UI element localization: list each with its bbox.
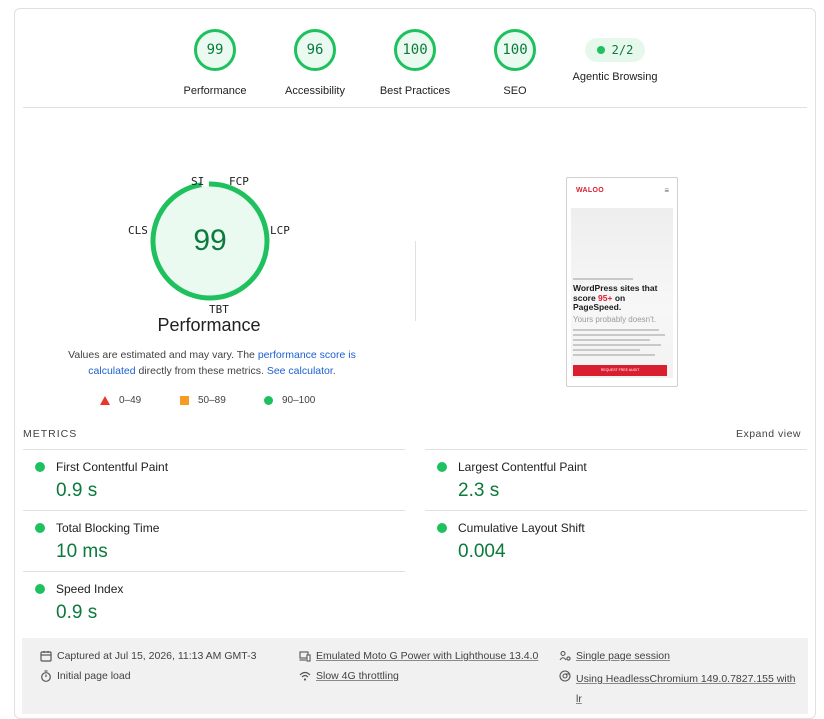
- legend-pass: 90–100: [264, 395, 315, 406]
- expand-view-toggle[interactable]: Expand view: [736, 428, 801, 440]
- performance-title: Performance: [157, 315, 261, 335]
- gauge-score: 96: [294, 29, 336, 71]
- metric-value: 0.9 s: [56, 602, 98, 623]
- performance-score: 99: [193, 224, 227, 257]
- pass-dot-icon: [437, 462, 447, 472]
- captured-text: Captured at Jul 15, 2026, 11:13 AM GMT-3: [57, 650, 257, 662]
- metrics-header: METRICS Expand view: [23, 428, 807, 444]
- browser-text: Using HeadlessChromium 149.0.7827.155 wi…: [576, 673, 796, 705]
- pass-dot-icon: [35, 523, 45, 533]
- headline-highlight: 95+: [598, 292, 613, 303]
- metric-value: 0.9 s: [56, 480, 98, 501]
- browser-info[interactable]: Using HeadlessChromium 149.0.7827.155 wi…: [559, 669, 799, 709]
- triangle-icon: [100, 396, 110, 405]
- gauge-label-si: SI: [191, 175, 205, 188]
- score-description: Values are estimated and may vary. The p…: [57, 347, 367, 379]
- metric-value: 0.004: [458, 541, 506, 562]
- metric-value: 2.3 s: [458, 480, 500, 501]
- square-icon: [180, 396, 189, 405]
- metric-fcp: First Contentful Paint 0.9 s: [23, 449, 405, 510]
- captured-info: Captured at Jul 15, 2026, 11:13 AM GMT-3: [40, 649, 256, 663]
- gauge-score: 2/2: [611, 43, 634, 57]
- gauge-label-fcp: FCP: [229, 175, 249, 188]
- wifi-icon: [299, 671, 311, 681]
- hero-subtitle: Yours probably doesn't.: [573, 315, 657, 324]
- chrome-icon: [559, 670, 571, 682]
- hero-headline: WordPress sites that score 95+ on PageSp…: [573, 283, 673, 313]
- device-info[interactable]: Emulated Moto G Power with Lighthouse 13…: [299, 649, 538, 663]
- desc-text: Values are estimated and may vary. The: [68, 349, 258, 361]
- timer-icon: [41, 670, 51, 682]
- gauge-agentic-browsing[interactable]: 2/2 Agentic Browsing: [555, 29, 675, 83]
- category-gauges: 99 Performance 96 Accessibility 100 Best…: [15, 9, 815, 109]
- gauge-label-lcp: LCP: [270, 224, 290, 237]
- pass-dot-icon: [35, 462, 45, 472]
- legend-fail: 0–49: [100, 395, 141, 406]
- metric-name: First Contentful Paint: [56, 460, 169, 474]
- hamburger-icon: ≡: [664, 186, 669, 195]
- metric-value: 10 ms: [56, 541, 108, 562]
- legend-label: 50–89: [198, 395, 226, 406]
- hero-eyebrow: [573, 278, 633, 280]
- metric-name: Speed Index: [56, 582, 124, 596]
- session-text: Single page session: [576, 650, 670, 662]
- throttling-info[interactable]: Slow 4G throttling: [299, 669, 399, 683]
- gauge-score: 100: [394, 29, 436, 71]
- legend-label: 0–49: [119, 395, 142, 406]
- hero-body: [573, 329, 669, 359]
- gauge-score: 100: [494, 29, 536, 71]
- circle-icon: [264, 396, 273, 405]
- cta-button: REQUEST FREE AUDIT: [573, 365, 667, 376]
- throttling-text: Slow 4G throttling: [316, 670, 399, 682]
- metric-lcp: Largest Contentful Paint 2.3 s: [425, 449, 807, 510]
- person-session-icon: [559, 650, 571, 661]
- pass-dot-icon: [596, 46, 605, 54]
- devices-icon: [299, 651, 311, 662]
- metric-name: Largest Contentful Paint: [458, 460, 587, 474]
- load-type-info: Initial page load: [40, 669, 131, 683]
- metric-cls: Cumulative Layout Shift 0.004: [425, 510, 807, 571]
- calendar-icon: [40, 651, 52, 662]
- pass-dot-icon: [437, 523, 447, 533]
- calculator-link[interactable]: See calculator: [267, 365, 333, 377]
- final-screenshot[interactable]: WALOO ≡ WordPress sites that score 95+ o…: [566, 177, 678, 387]
- initial-load-text: Initial page load: [57, 670, 131, 682]
- metric-name: Total Blocking Time: [56, 521, 160, 535]
- agentic-pill: 2/2: [585, 38, 645, 62]
- site-logo: WALOO: [576, 187, 604, 194]
- legend-label: 90–100: [282, 395, 316, 406]
- session-info[interactable]: Single page session: [559, 649, 670, 663]
- runtime-settings: Captured at Jul 15, 2026, 11:13 AM GMT-3…: [22, 638, 808, 714]
- lighthouse-report: 99 Performance 96 Accessibility 100 Best…: [14, 8, 816, 719]
- pass-dot-icon: [35, 584, 45, 594]
- gauge-label: SEO: [503, 85, 527, 97]
- metric-si: Speed Index 0.9 s: [23, 571, 405, 632]
- emulated-device-text: Emulated Moto G Power with Lighthouse 13…: [316, 650, 539, 662]
- divider: [23, 107, 807, 108]
- score-legend: 0–49 50–89 90–100: [100, 395, 340, 411]
- desc-text: directly from these metrics.: [135, 365, 267, 377]
- gauge-label-cls: CLS: [128, 224, 148, 237]
- metrics-title: METRICS: [23, 428, 78, 440]
- gauge-score: 99: [194, 29, 236, 71]
- metric-name: Cumulative Layout Shift: [458, 521, 585, 535]
- metric-tbt: Total Blocking Time 10 ms: [23, 510, 405, 571]
- vertical-divider: [415, 241, 416, 321]
- gauge-label: Agentic Browsing: [572, 71, 658, 83]
- legend-average: 50–89: [180, 395, 226, 406]
- desc-text: .: [332, 365, 336, 377]
